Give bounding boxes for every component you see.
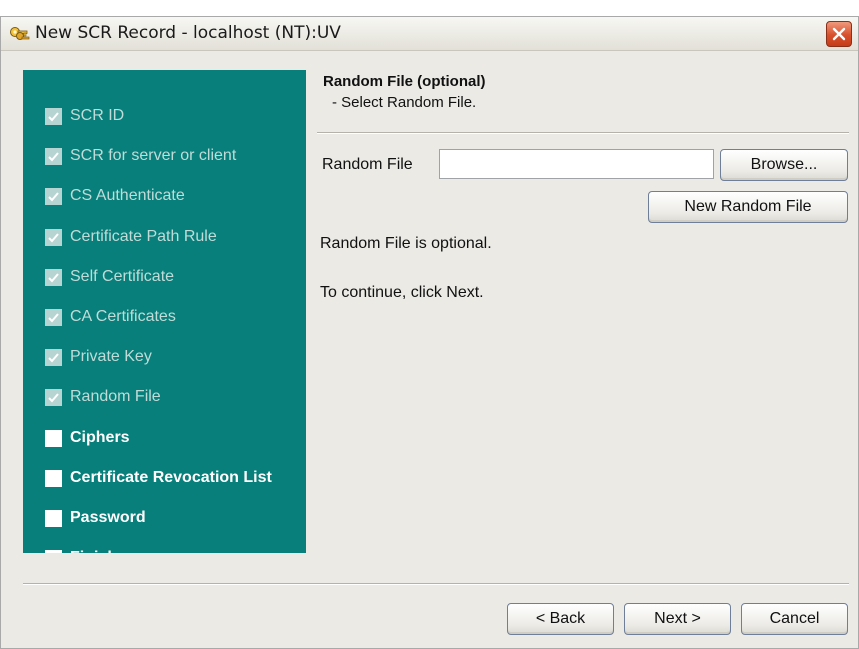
- page-heading: Random File (optional): [323, 73, 486, 90]
- checked-checkbox-icon: [45, 147, 62, 165]
- checked-checkbox-icon: [45, 388, 62, 406]
- wizard-step: Password: [45, 507, 146, 529]
- wizard-step-label: Certificate Revocation List: [70, 469, 272, 486]
- unchecked-checkbox-icon: [45, 509, 62, 527]
- wizard-step: Private Key: [45, 346, 152, 368]
- wizard-step: CS Authenticate: [45, 185, 185, 207]
- browse-button[interactable]: Browse...: [720, 149, 848, 181]
- checked-checkbox-icon: [45, 308, 62, 326]
- checked-checkbox-icon: [45, 228, 62, 246]
- close-icon: [832, 27, 846, 41]
- wizard-step: SCR for server or client: [45, 145, 236, 167]
- next-button[interactable]: Next >: [624, 603, 731, 635]
- checked-checkbox-icon: [45, 187, 62, 205]
- wizard-steps-panel: SCR ID SCR for server or client CS Authent…: [23, 70, 306, 553]
- checked-checkbox-icon: [45, 107, 62, 125]
- close-button[interactable]: [826, 21, 852, 47]
- wizard-step-label: Password: [70, 509, 146, 526]
- header-divider: [317, 132, 849, 134]
- wizard-step: Self Certificate: [45, 266, 174, 288]
- wizard-step-label: Private Key: [70, 348, 152, 365]
- wizard-step: SCR ID: [45, 105, 124, 127]
- wizard-step-label: Certificate Path Rule: [70, 228, 217, 245]
- title-bar[interactable]: New SCR Record - localhost (NT):UV: [1, 17, 858, 51]
- wizard-step-label: SCR for server or client: [70, 147, 237, 164]
- checked-checkbox-icon: [45, 268, 62, 286]
- dialog-window: New SCR Record - localhost (NT):UV SCR I…: [0, 16, 859, 649]
- unchecked-checkbox-icon: [45, 429, 62, 447]
- unchecked-checkbox-icon: [45, 549, 62, 553]
- optional-info-text: Random File is optional.: [320, 235, 492, 252]
- cancel-button[interactable]: Cancel: [741, 603, 848, 635]
- random-file-label: Random File: [322, 156, 413, 173]
- wizard-step-label: CA Certificates: [70, 308, 176, 325]
- wizard-step-label: CS Authenticate: [70, 187, 185, 204]
- wizard-step-label: SCR ID: [70, 107, 125, 124]
- page-subheading: - Select Random File.: [332, 94, 477, 111]
- wizard-step: Random File: [45, 386, 161, 408]
- new-random-file-button[interactable]: New Random File: [648, 191, 848, 223]
- wizard-step: Certificate Revocation List: [45, 467, 272, 489]
- unchecked-checkbox-icon: [45, 469, 62, 487]
- random-file-input[interactable]: [439, 149, 714, 179]
- wizard-step-label: Random File: [70, 388, 161, 405]
- window-title: New SCR Record - localhost (NT):UV: [35, 23, 341, 43]
- wizard-step-label: Self Certificate: [70, 268, 175, 285]
- keys-icon: [9, 25, 31, 43]
- wizard-step: Ciphers: [45, 427, 130, 449]
- wizard-step-label: Ciphers: [70, 429, 130, 446]
- wizard-step: Finish: [45, 547, 117, 553]
- back-button[interactable]: < Back: [507, 603, 614, 635]
- footer-divider: [23, 583, 849, 585]
- checked-checkbox-icon: [45, 348, 62, 366]
- wizard-step-label: Finish: [70, 549, 117, 553]
- wizard-step: CA Certificates: [45, 306, 176, 328]
- continue-info-text: To continue, click Next.: [320, 284, 484, 301]
- wizard-step: Certificate Path Rule: [45, 226, 217, 248]
